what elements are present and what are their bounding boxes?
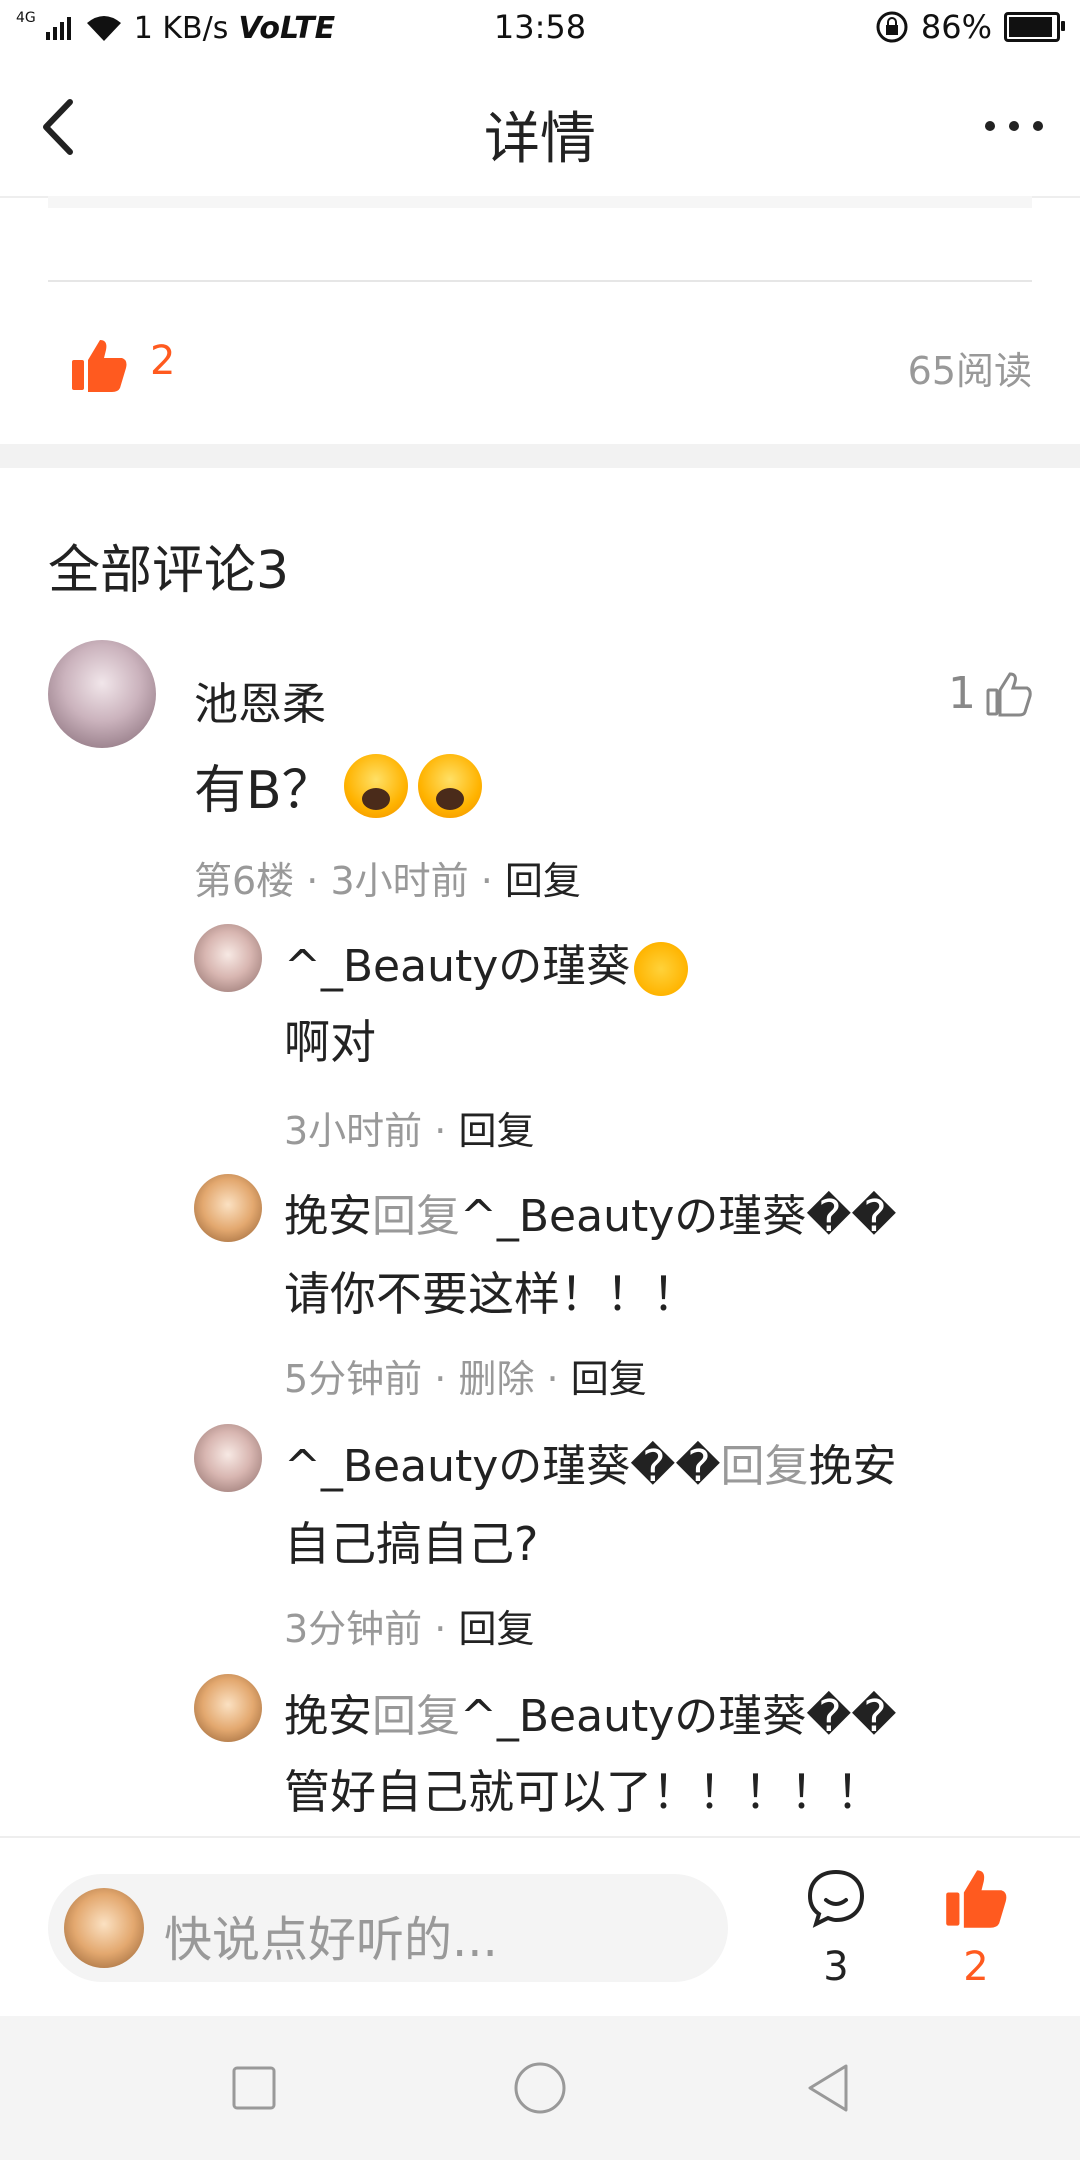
- avatar[interactable]: [194, 924, 262, 992]
- like-count: 2: [963, 1944, 989, 1990]
- like-button[interactable]: 2: [936, 1866, 1016, 1996]
- scream-emoji-icon: [417, 753, 482, 818]
- triangle-back-icon: [808, 2064, 848, 2112]
- reply-author-name[interactable]: 挽安: [284, 1191, 372, 1242]
- reply-word: 回复: [720, 1441, 809, 1492]
- comment-bubble-icon: [807, 1869, 865, 1928]
- reply-target[interactable]: ^_Beautyの瑾葵��: [460, 1691, 897, 1742]
- status-bar: 4G 1 KB/s VoLTE 13:58 86%: [0, 0, 1080, 56]
- reply-author: 挽安回复^_Beautyの瑾葵��: [284, 1680, 897, 1744]
- comment-text-body: 有B？: [194, 761, 334, 821]
- home-button[interactable]: [512, 2060, 568, 2116]
- reply-link[interactable]: 回复: [571, 1357, 647, 1401]
- comment-input-bar: 快说点好听的... 3 2: [0, 1836, 1080, 2018]
- system-nav-bar: [0, 2016, 1080, 2160]
- reply-text: 自己搞自己?: [284, 1517, 539, 1571]
- square-icon: [232, 2066, 276, 2110]
- divider: [48, 280, 1032, 282]
- comment-input[interactable]: 快说点好听的...: [48, 1874, 728, 1982]
- reply-link[interactable]: 回复: [505, 859, 581, 903]
- reply-text: 啊对: [284, 1015, 376, 1069]
- reply-link[interactable]: 回复: [458, 1607, 534, 1651]
- reply-text: 管好自己就可以了！！！！！: [284, 1765, 882, 1819]
- reply-meta: 3小时前 · 回复: [284, 1109, 535, 1153]
- thumbs-up-icon: [72, 340, 127, 392]
- section-separator: [0, 444, 1080, 468]
- avatar[interactable]: [194, 1174, 262, 1242]
- reply-time: 5分钟前: [284, 1357, 423, 1401]
- recent-apps-button[interactable]: [226, 2060, 282, 2116]
- comment-author[interactable]: 池恩柔: [194, 668, 326, 732]
- battery-percent: 86%: [920, 8, 992, 46]
- comment-time: 3小时前: [330, 859, 469, 903]
- scream-emoji-icon: [343, 753, 408, 818]
- thumbs-up-outline-icon: [986, 671, 1032, 716]
- comment-like-button[interactable]: 1: [948, 668, 1032, 719]
- avatar[interactable]: [48, 640, 156, 748]
- comment-meta: 第6楼 · 3小时前 · 回复: [194, 859, 581, 903]
- avatar[interactable]: [194, 1674, 262, 1742]
- title-bar: 详情: [0, 56, 1080, 198]
- avatar[interactable]: [194, 1424, 262, 1492]
- post-stats-row: 2 65阅读: [0, 300, 1080, 430]
- reply-author: ^_Beautyの瑾葵��回复挽安: [284, 1430, 897, 1494]
- status-right: 86%: [875, 8, 1065, 46]
- reply-link[interactable]: 回复: [458, 1109, 534, 1153]
- battery-icon: [1004, 12, 1065, 42]
- reply-meta: 3分钟前 · 回复: [284, 1607, 535, 1651]
- sun-emoji-icon: [634, 942, 689, 996]
- rotation-lock-icon: [876, 11, 908, 43]
- reply-text: 请你不要这样！！！: [284, 1267, 698, 1321]
- comments-button[interactable]: 3: [796, 1866, 876, 1996]
- reply-author-name[interactable]: 挽安: [284, 1691, 372, 1742]
- more-icon: [985, 121, 1043, 131]
- reply-target[interactable]: 挽安: [809, 1441, 897, 1492]
- comment-input-placeholder: 快说点好听的...: [164, 1912, 498, 1968]
- reply-author: 挽安回复^_Beautyの瑾葵��: [284, 1180, 897, 1244]
- circle-icon: [514, 2062, 566, 2114]
- reply-time: 3分钟前: [284, 1607, 423, 1651]
- reply-author-name[interactable]: ^_Beautyの瑾葵: [284, 941, 630, 992]
- post-like-count: 2: [150, 338, 176, 384]
- comment-like-count: 1: [948, 668, 976, 719]
- back-nav-button[interactable]: [800, 2060, 856, 2116]
- reply-author: ^_Beautyの瑾葵: [284, 930, 689, 996]
- reply-target[interactable]: ^_Beautyの瑾葵��: [460, 1191, 897, 1242]
- reply-word: 回复: [372, 1191, 460, 1242]
- page-title: 详情: [484, 107, 596, 172]
- comment-count: 3: [823, 1944, 849, 1990]
- reply-meta: 5分钟前 · 删除 · 回复: [284, 1357, 647, 1401]
- comment-floor: 第6楼: [194, 859, 295, 903]
- avatar: [64, 1888, 144, 1968]
- reply-word: 回复: [372, 1691, 460, 1742]
- content-edge: [48, 196, 1032, 208]
- read-count: 65阅读: [907, 349, 1032, 393]
- post-like-button[interactable]: [70, 336, 128, 394]
- more-button[interactable]: [974, 96, 1054, 156]
- thumbs-up-icon: [946, 1870, 1007, 1928]
- reply-time: 3小时前: [284, 1109, 423, 1153]
- comments-title: 全部评论3: [48, 541, 290, 601]
- comment-text: 有B？: [194, 748, 482, 823]
- reply-author-name[interactable]: ^_Beautyの瑾葵��: [284, 1441, 721, 1492]
- delete-link[interactable]: 删除: [458, 1357, 534, 1401]
